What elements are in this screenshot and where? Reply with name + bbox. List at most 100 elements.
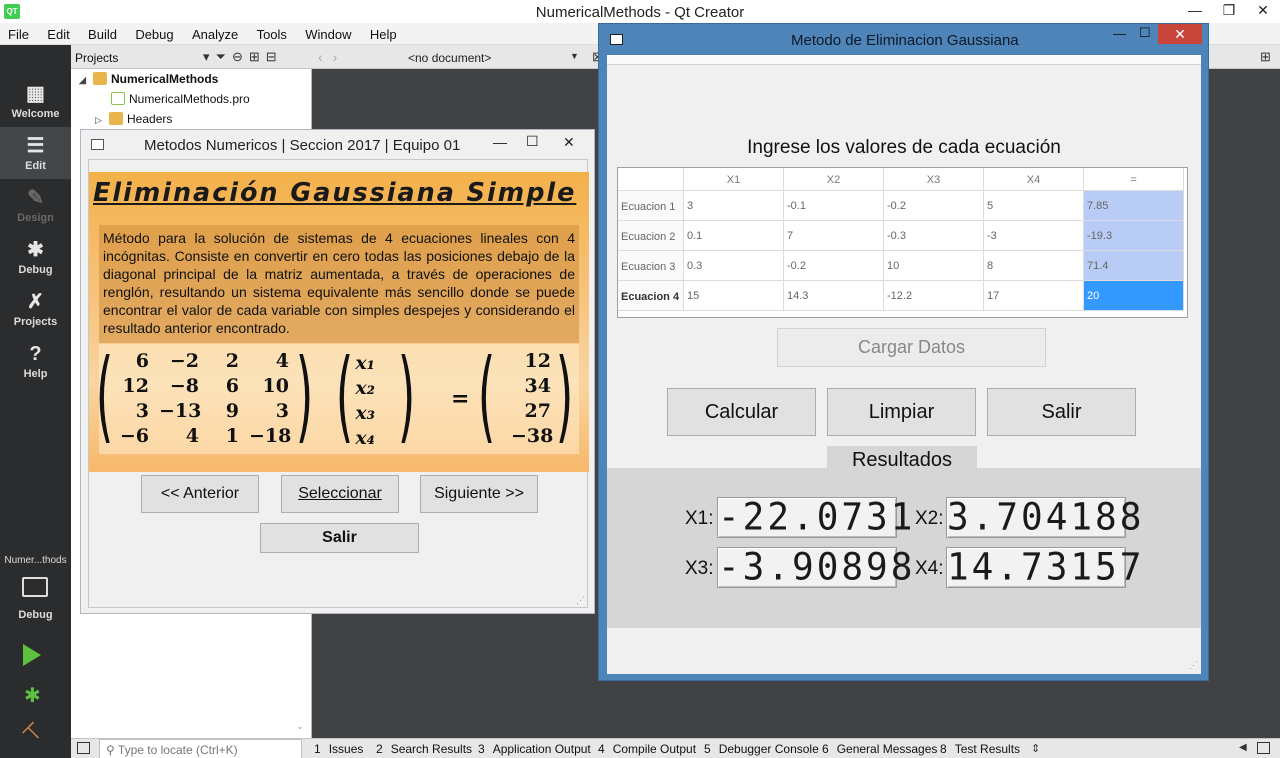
pane-application-output[interactable]: 3 Application Output: [478, 742, 591, 756]
tree-item-project[interactable]: ◢ NumericalMethods: [79, 72, 218, 92]
tree-item-pro-file[interactable]: NumericalMethods.pro: [111, 92, 250, 112]
result-x3-display: -3.90898: [717, 545, 916, 589]
table-cell[interactable]: 10: [884, 251, 984, 281]
pane-issues[interactable]: 1 Issues: [314, 742, 363, 756]
menu-tools[interactable]: Tools: [249, 23, 294, 42]
calcular-button[interactable]: Calcular: [667, 388, 816, 436]
mode-projects[interactable]: ✗ Projects: [0, 283, 71, 335]
projects-pane-title[interactable]: Projects: [75, 51, 118, 65]
table-cell[interactable]: -12.2: [884, 281, 984, 311]
table-cell[interactable]: 14.3: [784, 281, 884, 311]
table-cell[interactable]: 0.1: [684, 221, 784, 251]
nav-arrows-icon[interactable]: ‹›: [318, 49, 347, 65]
row-header[interactable]: Ecuacion 1: [618, 191, 684, 221]
menu-edit[interactable]: Edit: [39, 23, 76, 42]
build-hammer-icon[interactable]: ⊤: [18, 717, 50, 749]
close-pane-icon[interactable]: ⊟: [266, 49, 283, 64]
column-header[interactable]: X3: [884, 168, 984, 191]
resize-grip-icon[interactable]: ⋰: [576, 595, 585, 606]
table-cell[interactable]: 3: [684, 191, 784, 221]
scroll-down-icon[interactable]: ⌄: [296, 721, 304, 732]
mode-bar: ▦ Welcome ☰ Edit ✎ Design ✱ Debug ✗ Proj…: [0, 45, 71, 758]
mn-title-bar[interactable]: Metodos Numericos | Seccion 2017 | Equip…: [81, 130, 594, 159]
table-cell[interactable]: -0.2: [884, 191, 984, 221]
limpiar-button[interactable]: Limpiar: [827, 388, 976, 436]
expanded-arrow-icon[interactable]: ◢: [79, 75, 93, 86]
dropdown-arrow-icon[interactable]: ▾: [203, 49, 216, 64]
equals-sign: =: [451, 386, 470, 412]
mode-welcome[interactable]: ▦ Welcome: [0, 75, 71, 127]
table-cell[interactable]: 5: [984, 191, 1084, 221]
split-editor-icon[interactable]: ⊞: [1260, 49, 1271, 65]
salir-button[interactable]: Salir: [260, 523, 419, 553]
row-header[interactable]: Ecuacion 2: [618, 221, 684, 251]
anterior-button[interactable]: << Anterior: [141, 475, 259, 513]
column-header[interactable]: X1: [684, 168, 784, 191]
seleccionar-button[interactable]: Seleccionar: [281, 475, 399, 513]
menu-build[interactable]: Build: [80, 23, 124, 42]
column-header[interactable]: X4: [984, 168, 1084, 191]
menu-window[interactable]: Window: [297, 23, 358, 42]
close-icon[interactable]: ✕: [563, 134, 575, 151]
minimize-icon[interactable]: —: [1178, 0, 1212, 23]
toggle-right-sidebar-icon[interactable]: [1257, 742, 1270, 754]
mode-help[interactable]: ? Help: [0, 335, 71, 387]
search-icon: ⚲: [106, 743, 118, 757]
menu-debug[interactable]: Debug: [127, 23, 180, 42]
mode-debug[interactable]: ✱ Debug: [0, 231, 71, 283]
table-cell[interactable]: -0.3: [884, 221, 984, 251]
menu-help[interactable]: Help: [362, 23, 404, 42]
column-header[interactable]: X2: [784, 168, 884, 191]
cargar-datos-button[interactable]: Cargar Datos: [777, 328, 1046, 367]
table-cell[interactable]: 7.85: [1084, 191, 1184, 221]
maximize-icon[interactable]: ☐: [1139, 25, 1151, 41]
table-cell[interactable]: 71.4: [1084, 251, 1184, 281]
locator-input[interactable]: ⚲ Type to locate (Ctrl+K): [99, 739, 302, 758]
pane-test-results[interactable]: 8 Test Results: [940, 742, 1020, 756]
result-x2-label: X2:: [915, 508, 944, 529]
table-cell[interactable]: 20: [1084, 281, 1184, 311]
siguiente-button[interactable]: Siguiente >>: [420, 475, 538, 513]
collapsed-arrow-icon[interactable]: ▷: [95, 115, 109, 126]
target-selector[interactable]: Numer...thods Debug: [0, 547, 71, 633]
pane-search-results[interactable]: 2 Search Results: [376, 742, 472, 756]
link-icon[interactable]: ⊖: [232, 49, 249, 64]
pane-debugger-console[interactable]: 5 Debugger Console: [704, 742, 819, 756]
table-cell[interactable]: 8: [984, 251, 1084, 281]
salir-button[interactable]: Salir: [987, 388, 1136, 436]
pane-general-messages[interactable]: 6 General Messages: [822, 742, 937, 756]
mode-design[interactable]: ✎ Design: [0, 179, 71, 231]
close-icon[interactable]: ✕: [1158, 24, 1202, 44]
menu-file[interactable]: File: [0, 23, 36, 42]
mode-edit[interactable]: ☰ Edit: [0, 127, 71, 179]
maximize-icon[interactable]: ☐: [526, 133, 539, 150]
minimize-icon[interactable]: —: [1113, 26, 1126, 41]
table-cell[interactable]: -3: [984, 221, 1084, 251]
table-cell[interactable]: -19.3: [1084, 221, 1184, 251]
pane-chooser-icon[interactable]: ⇕: [1031, 742, 1040, 755]
document-selector[interactable]: <no document>: [408, 51, 491, 65]
row-header[interactable]: Ecuacion 4: [618, 281, 684, 311]
column-header[interactable]: =: [1084, 168, 1184, 191]
run-icon[interactable]: [23, 644, 41, 666]
split-icon[interactable]: ⊞: [249, 49, 266, 64]
table-cell[interactable]: 15: [684, 281, 784, 311]
collapse-left-icon[interactable]: ◀: [1239, 742, 1247, 753]
debug-run-icon[interactable]: ✱: [24, 683, 41, 708]
row-header[interactable]: Ecuacion 3: [618, 251, 684, 281]
table-cell[interactable]: -0.2: [784, 251, 884, 281]
filter-icon[interactable]: ⏷: [216, 49, 232, 64]
toggle-sidebar-icon[interactable]: [77, 742, 90, 754]
document-dropdown-icon[interactable]: ▼: [570, 51, 579, 61]
table-cell[interactable]: 17: [984, 281, 1084, 311]
restore-icon[interactable]: ❐: [1212, 0, 1246, 23]
eg-title-bar[interactable]: Metodo de Eliminacion Gaussiana — ☐ ✕: [599, 24, 1208, 55]
minimize-icon[interactable]: —: [493, 134, 507, 150]
menu-analyze[interactable]: Analyze: [184, 23, 245, 42]
table-cell[interactable]: 0.3: [684, 251, 784, 281]
table-cell[interactable]: -0.1: [784, 191, 884, 221]
pane-compile-output[interactable]: 4 Compile Output: [598, 742, 696, 756]
close-icon[interactable]: ✕: [1246, 0, 1280, 23]
resize-grip-icon[interactable]: ⋰: [1189, 660, 1198, 671]
table-cell[interactable]: 7: [784, 221, 884, 251]
